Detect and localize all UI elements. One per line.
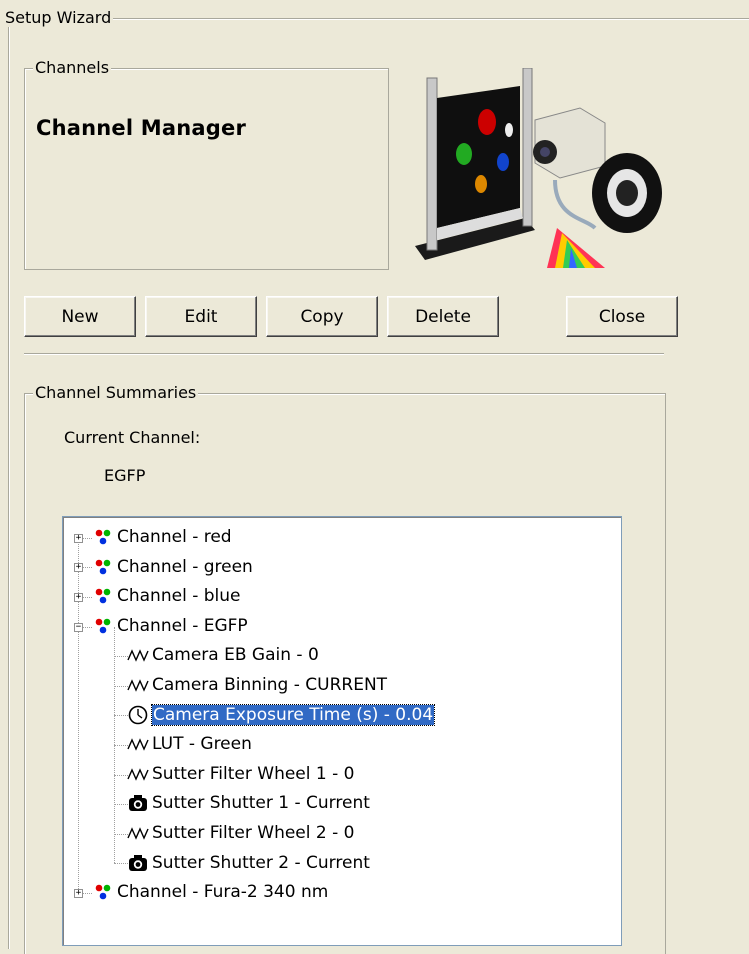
- channel-dots-icon: [92, 556, 114, 578]
- collapse-toggle[interactable]: −: [74, 622, 83, 632]
- setup-wizard-title: Setup Wizard: [5, 8, 114, 27]
- new-button[interactable]: New: [24, 296, 136, 337]
- wave-icon: [127, 733, 149, 755]
- tree-property-node[interactable]: Camera Exposure Time (s) - 0.04: [127, 702, 436, 728]
- channel-dots-icon: [92, 526, 114, 548]
- tree-node-label: Sutter Shutter 2 - Current: [152, 852, 370, 873]
- current-channel-value: EGFP: [104, 466, 146, 485]
- channels-group: Channels: [24, 59, 389, 270]
- tree-property-node[interactable]: Camera EB Gain - 0: [127, 642, 319, 668]
- tree-property-node[interactable]: LUT - Green: [127, 731, 252, 757]
- tree-channel-node[interactable]: Channel - blue: [92, 583, 240, 609]
- tree-branch-line: [114, 745, 128, 746]
- tree-node-label: Channel - Fura-2 340 nm: [117, 882, 329, 903]
- current-channel-label: Current Channel:: [64, 428, 201, 447]
- tree-branch-line: [114, 685, 128, 687]
- expand-toggle[interactable]: +: [74, 533, 83, 543]
- tree-branch-line: [114, 833, 128, 835]
- channel-dots-icon: [92, 585, 114, 607]
- tree-node-label: Sutter Filter Wheel 1 - 0: [152, 763, 355, 784]
- tree-node-label: Camera Exposure Time (s) - 0.04: [150, 703, 436, 726]
- wave-icon: [127, 674, 149, 696]
- tree-node-label: LUT - Green: [152, 734, 252, 755]
- tree-channel-node[interactable]: Channel - red: [92, 524, 232, 550]
- tree-channel-node[interactable]: Channel - green: [92, 554, 253, 580]
- channel-dots-icon: [92, 615, 114, 637]
- edit-button[interactable]: Edit: [145, 296, 257, 337]
- tree-node-label: Channel - red: [117, 527, 232, 547]
- channel-manager-illustration: [415, 68, 662, 268]
- expand-toggle[interactable]: +: [74, 593, 83, 602]
- wave-icon: [127, 763, 149, 785]
- tree-channel-node[interactable]: Channel - Fura-2 340 nm: [92, 879, 328, 905]
- shutter-icon: [127, 792, 149, 814]
- channel-dots-icon: [92, 881, 114, 903]
- tree-property-node[interactable]: Sutter Filter Wheel 1 - 0: [127, 761, 354, 787]
- tree-channel-node[interactable]: Channel - EGFP: [92, 613, 248, 639]
- tree-node-label: Sutter Filter Wheel 2 - 0: [152, 823, 355, 843]
- shutter-icon: [127, 852, 149, 874]
- tree-property-node[interactable]: Sutter Shutter 2 - Current: [127, 850, 370, 876]
- tree-branch-line: [114, 715, 128, 717]
- tree-node-label: Channel - EGFP: [117, 615, 248, 636]
- tree-node-label: Camera EB Gain - 0: [152, 645, 319, 666]
- clock-icon: [127, 704, 149, 726]
- tree-branch-line: [114, 774, 128, 776]
- copy-button[interactable]: Copy: [266, 296, 378, 337]
- tree-node-label: Sutter Shutter 1 - Current: [152, 793, 370, 814]
- tree-property-node[interactable]: Camera Binning - CURRENT: [127, 672, 387, 698]
- tree-node-label: Channel - green: [117, 556, 253, 577]
- close-button[interactable]: Close: [566, 296, 678, 337]
- channel-summaries-title: Channel Summaries: [33, 383, 199, 402]
- tree-branch-line: [114, 656, 128, 658]
- channels-group-title: Channels: [33, 58, 112, 77]
- tree-node-label: Channel - blue: [117, 586, 241, 607]
- expand-toggle[interactable]: +: [74, 563, 83, 573]
- tree-node-label: Camera Binning - CURRENT: [152, 675, 388, 695]
- tree-property-node[interactable]: Sutter Filter Wheel 2 - 0: [127, 820, 354, 846]
- tree-property-node[interactable]: Sutter Shutter 1 - Current: [127, 790, 370, 816]
- expand-toggle[interactable]: +: [74, 889, 83, 898]
- tree-branch-line: [114, 863, 128, 865]
- tree-branch-line: [114, 804, 128, 806]
- separator: [24, 353, 664, 355]
- delete-button[interactable]: Delete: [387, 296, 499, 337]
- channel-tree[interactable]: + Channel - red + Channel - green + Channel -…: [62, 516, 622, 946]
- wave-icon: [127, 822, 149, 844]
- channel-manager-heading: Channel Manager: [36, 116, 247, 140]
- wave-icon: [127, 644, 149, 666]
